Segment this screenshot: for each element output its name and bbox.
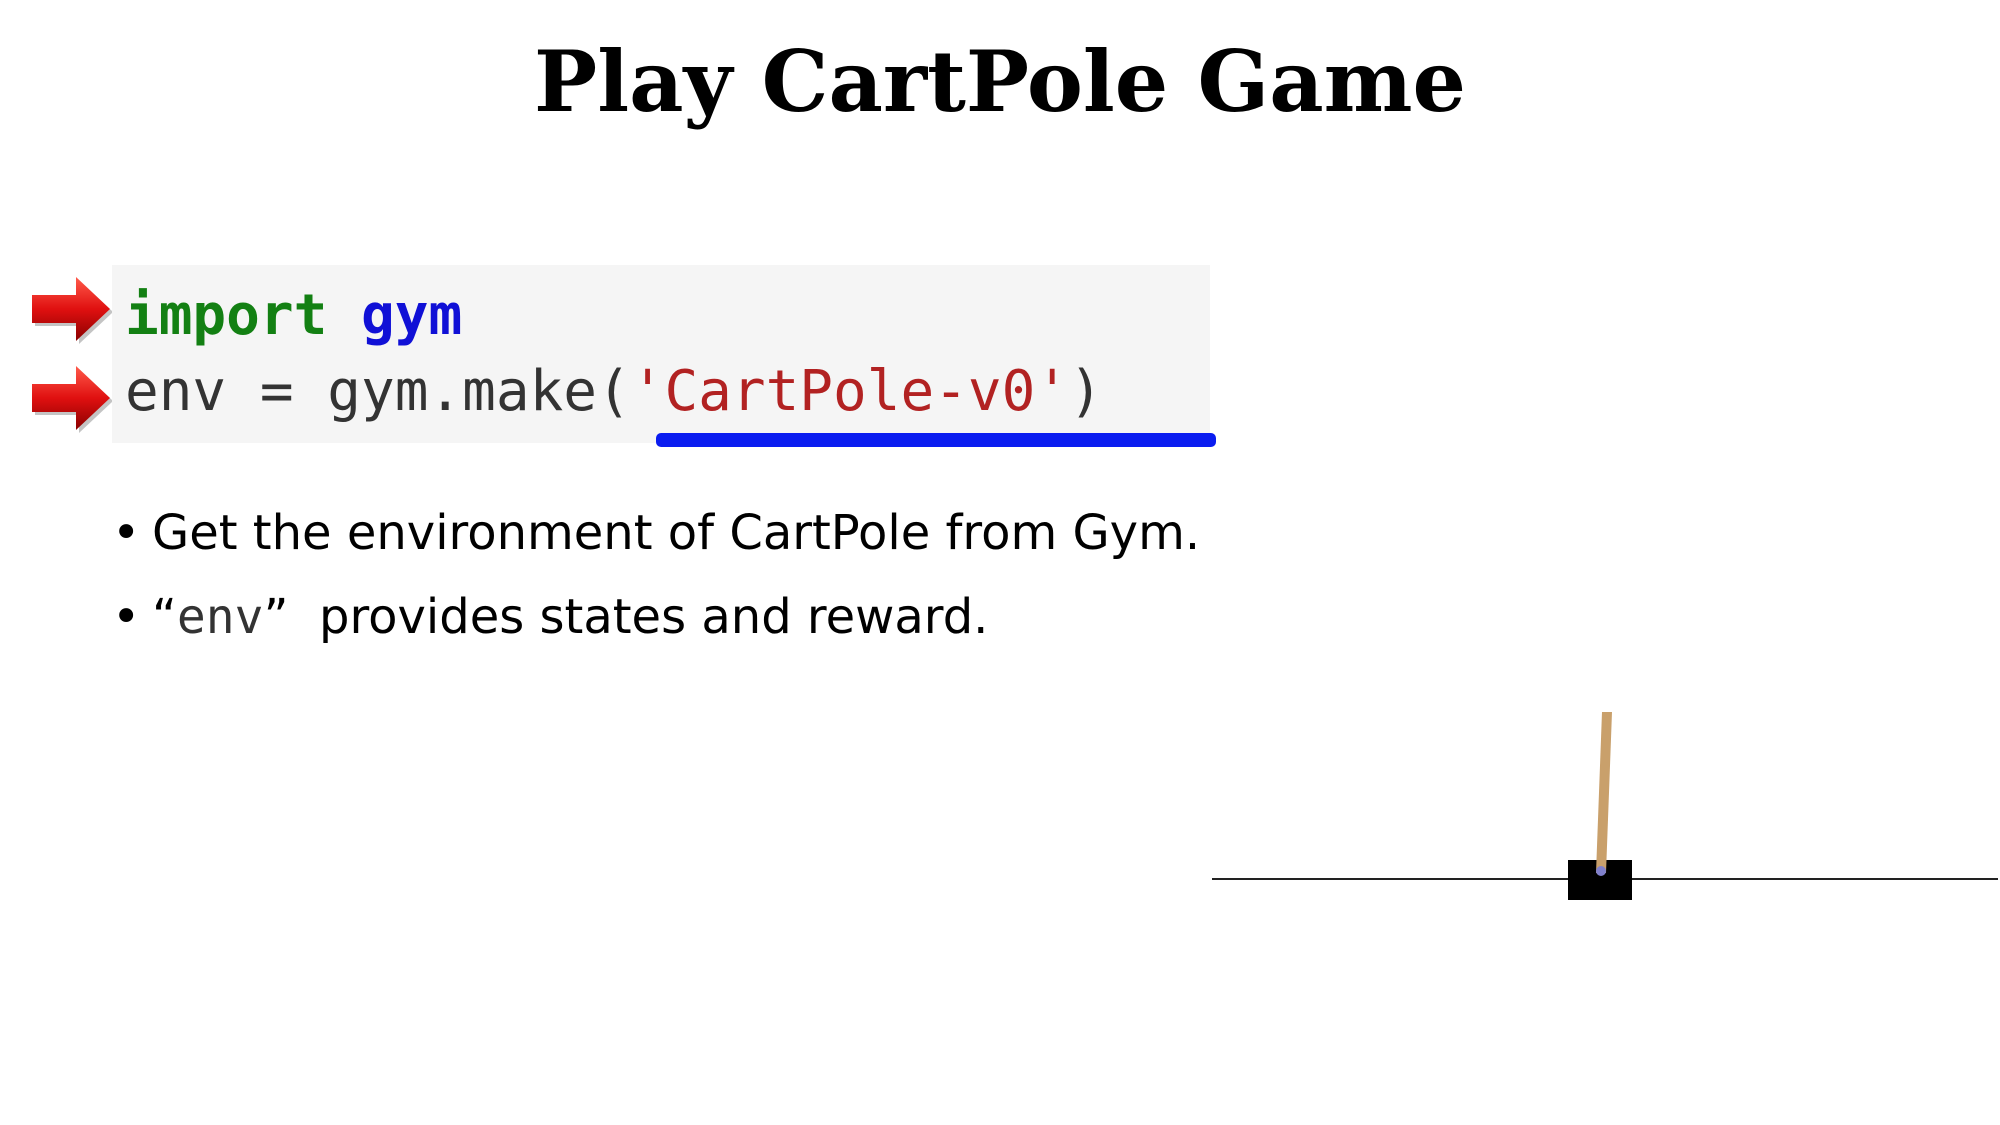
bullet-quote-open: “ — [152, 589, 177, 645]
slide: Play CartPole Game import gym env = gym.… — [0, 0, 2000, 1125]
bullet-env-code: env — [176, 589, 264, 645]
bullet-text-2: provides states and reward. — [318, 589, 989, 645]
highlight-underline — [656, 433, 1216, 447]
pole — [1596, 712, 1612, 873]
code-keyword-import: import — [125, 283, 328, 348]
bullet-quote-close: ” — [263, 589, 289, 645]
bullet-list: • Get the environment of CartPole from Gy… — [112, 505, 1200, 673]
code-make-suffix: ) — [1069, 359, 1103, 424]
bullet-item-1: • Get the environment of CartPole from Gy… — [112, 505, 1200, 589]
red-arrow-icon — [32, 366, 112, 433]
code-line-import: import gym — [125, 288, 462, 344]
bullet-text-1: Get the environment of CartPole from Gym… — [152, 505, 1201, 561]
cartpole-render — [1212, 712, 1998, 900]
code-module-gym: gym — [361, 283, 463, 348]
code-make-prefix: env = gym.make( — [125, 359, 631, 424]
bullet-dot: • — [112, 589, 141, 645]
code-env-string: 'CartPole-v0' — [630, 359, 1070, 424]
code-line-make: env = gym.make('CartPole-v0') — [125, 364, 1103, 420]
bullet-item-2: • “env” provides states and reward. — [112, 589, 1200, 673]
bullet-dot: • — [112, 505, 141, 561]
red-arrow-icon — [32, 277, 112, 344]
axle — [1596, 866, 1606, 876]
slide-title: Play CartPole Game — [534, 32, 1466, 131]
